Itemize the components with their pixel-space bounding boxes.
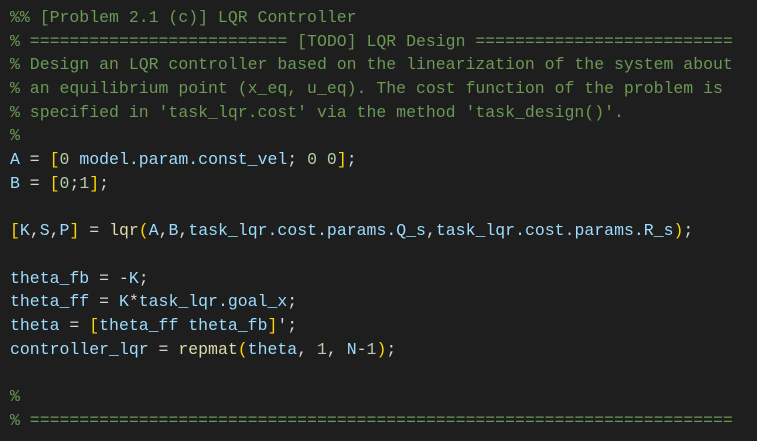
code-line[interactable]: theta_ff = K*task_lqr.goal_x; [10,290,733,314]
code-token-var: task_lqr.cost.params.R_s [435,221,674,241]
code-token-num: 1 [317,339,327,359]
code-token-num: 1 [79,173,90,193]
code-token-op: = [59,315,90,335]
code-line[interactable]: %% [Problem 2.1 (c)] LQR Controller [10,6,733,30]
code-token-br: ] [267,315,278,335]
code-line[interactable] [10,196,733,220]
code-token-br: [ [49,173,60,193]
code-token-var: B [10,173,20,193]
code-token-op: ; [99,173,110,193]
code-token-br: ( [237,339,248,359]
code-token-fn: repmat [178,339,238,359]
code-token-var: theta_fb [10,268,90,288]
code-line[interactable]: % specified in 'task_lqr.cost' via the m… [10,101,733,125]
code-token-op: = [19,173,50,193]
code-token-num: 0 [59,150,70,170]
code-token-comment: % [10,387,20,406]
code-token-op: , [29,221,40,241]
code-token-var: theta_ff [10,292,90,312]
code-token-op: , [297,339,317,359]
code-line[interactable] [10,243,733,267]
code-token-op: ; [287,292,298,312]
code-line[interactable]: [K,S,P] = lqr(A,B,task_lqr.cost.params.Q… [10,219,733,243]
code-line[interactable]: A = [0 model.param.const_vel; 0 0]; [10,148,733,172]
code-token-op: , [326,339,347,359]
code-token-op: ; [138,268,149,288]
code-token-var: S [39,221,50,241]
code-token-br: [ [10,221,20,241]
code-token-op: ; [287,150,308,170]
code-token-comment: %% [Problem 2.1 (c)] LQR Controller [10,8,357,27]
code-token-op [317,150,327,169]
code-token-op: = [79,221,110,241]
code-token-var: A [148,221,159,241]
code-line[interactable]: % an equilibrium point (x_eq, u_eq). The… [10,77,733,101]
code-line[interactable]: % Design an LQR controller based on the … [10,53,733,77]
code-token-num: 1 [366,339,377,359]
code-token-num: 0 [59,173,70,193]
code-token-var: theta_fb [188,315,268,335]
code-token-comment: % an equilibrium point (x_eq, u_eq). The… [10,79,723,99]
code-line[interactable]: % ======================================… [10,409,733,433]
code-token-op: = [89,292,119,312]
code-editor[interactable]: %% [Problem 2.1 (c)] LQR Controller% ===… [10,6,733,432]
code-token-var: theta [10,315,60,335]
code-token-op: , [49,221,60,241]
code-token-num: 0 [326,150,337,170]
code-line[interactable]: controller_lqr = repmat(theta, 1, N-1); [10,338,733,362]
code-token-op: , [425,221,436,241]
code-token-op: '; [277,315,298,335]
code-line[interactable]: theta = [theta_ff theta_fb]'; [10,314,733,338]
code-token-br: [ [89,315,100,335]
code-token-num: 0 [307,150,317,170]
code-line[interactable]: % [10,385,733,409]
code-token-comment: % Design an LQR controller based on the … [10,55,733,75]
code-token-op: ; [69,173,80,193]
code-token-op: ; [386,339,397,359]
code-token-br: ) [376,339,387,359]
code-token-br: [ [49,150,60,170]
code-token-comment: % ========================== [TODO] LQR … [10,31,733,51]
code-token-var: theta_ff [99,315,179,335]
code-line[interactable] [10,361,733,385]
code-token-var: task_lqr.cost.params.Q_s [188,221,426,241]
code-token-var: A [10,150,20,170]
code-token-br: ] [89,173,100,193]
code-token-op: ; [346,150,357,170]
code-token-op [178,316,188,335]
code-token-op: ; [683,221,694,241]
code-token-br: ] [336,150,347,170]
code-token-op: , [178,221,189,241]
code-token-br: ( [138,221,149,241]
code-token-op: - [356,339,367,359]
code-token-comment: % [10,126,20,146]
code-token-var: B [168,221,179,241]
code-token-var: K [128,268,139,288]
code-token-comment: % specified in 'task_lqr.cost' via the m… [10,102,624,122]
code-token-var: P [59,221,70,241]
code-token-comment: % ======================================… [10,410,733,430]
code-token-var: theta [247,339,298,359]
code-token-var: K [19,221,30,241]
code-token-op: = [148,339,179,359]
code-token-op [69,150,79,169]
code-token-op: , [158,221,169,241]
code-token-op: = [19,150,50,170]
code-token-var: N [346,339,357,359]
code-token-op: * [128,292,139,312]
code-line[interactable]: % ========================== [TODO] LQR … [10,30,733,54]
code-line[interactable]: theta_fb = -K; [10,267,733,291]
code-token-br: ] [69,221,80,241]
code-token-var: controller_lqr [10,339,149,359]
code-token-fn: lqr [109,221,139,241]
code-line[interactable]: B = [0;1]; [10,172,733,196]
code-token-op: = - [89,268,129,288]
code-token-var: task_lqr.goal_x [138,292,288,312]
code-token-br: ) [673,221,684,241]
code-token-var: model.param.const_vel [79,150,288,170]
code-line[interactable]: % [10,124,733,148]
code-token-var: K [118,292,129,312]
